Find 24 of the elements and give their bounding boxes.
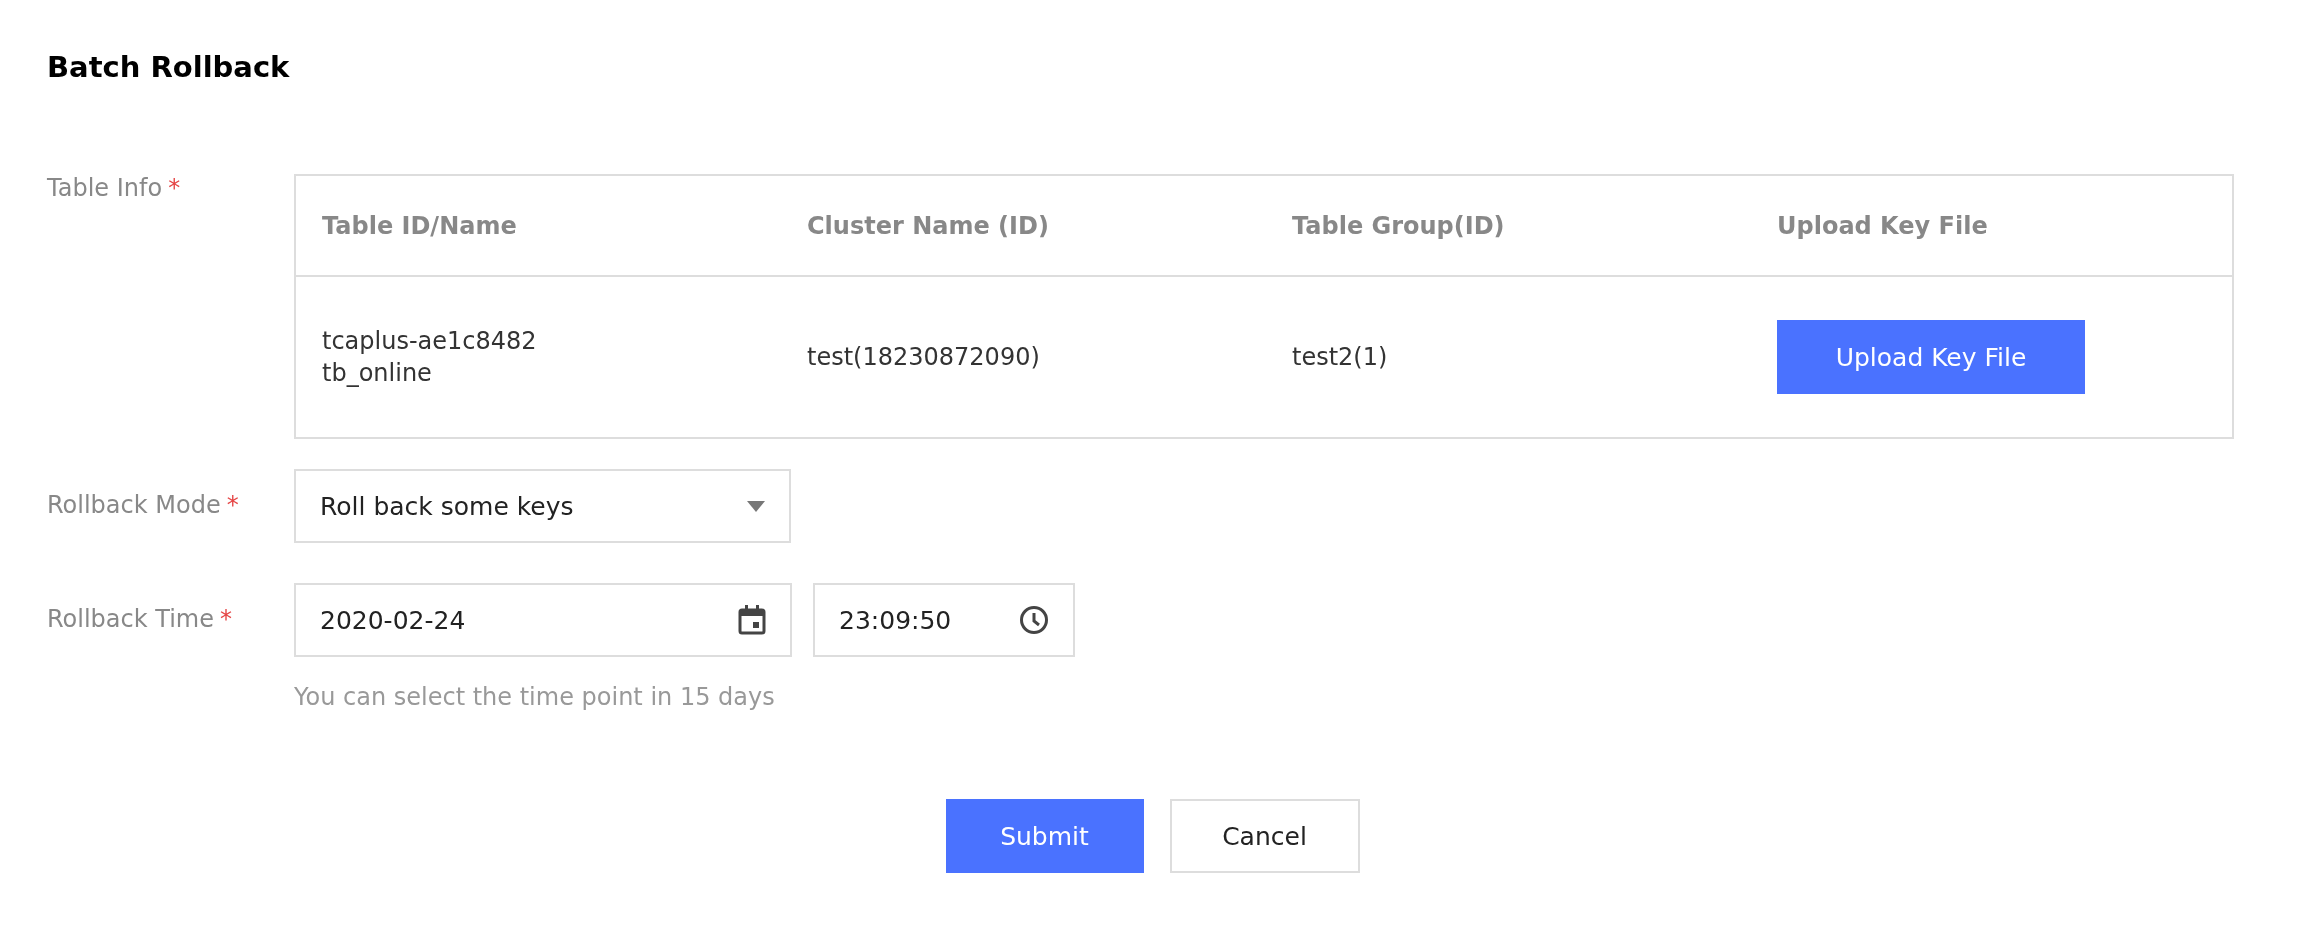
calendar-icon <box>738 605 766 635</box>
column-header: Upload Key File <box>1776 211 1989 240</box>
field-label: Rollback Mode * <box>47 490 240 519</box>
hint-text: You can select the time point in 15 days <box>294 683 776 711</box>
required-mark: * <box>226 491 239 519</box>
cancel-button[interactable]: Cancel <box>1169 799 1360 873</box>
column-header: Table ID/Name <box>321 211 518 240</box>
caret-icon <box>747 500 765 512</box>
field-label: Rollback Time * <box>47 604 233 633</box>
column-header: Cluster Name (ID) <box>806 211 1050 240</box>
upload-button[interactable]: Upload Key File <box>1777 320 2085 394</box>
required-mark: * <box>220 605 232 633</box>
time-field[interactable]: 23:09:50 <box>813 583 1075 657</box>
field-label: Table Info * <box>47 174 182 202</box>
clock-icon <box>1019 605 1049 635</box>
mode-dropdown[interactable]: Roll back some keys <box>294 469 791 543</box>
table-cell-text: tcaplus-ae1c8482 tb_online <box>321 325 538 389</box>
submit-button[interactable]: Submit <box>945 799 1144 873</box>
page-title: Batch Rollback <box>47 50 291 84</box>
column-header: Table Group(ID) <box>1291 211 1506 240</box>
date-field[interactable]: 2020-02-24 <box>294 583 792 657</box>
table-cell-text: test(18230872090) <box>806 341 1041 373</box>
required-mark: * <box>168 174 181 202</box>
table-cell-text: test2(1) <box>1291 341 1389 373</box>
